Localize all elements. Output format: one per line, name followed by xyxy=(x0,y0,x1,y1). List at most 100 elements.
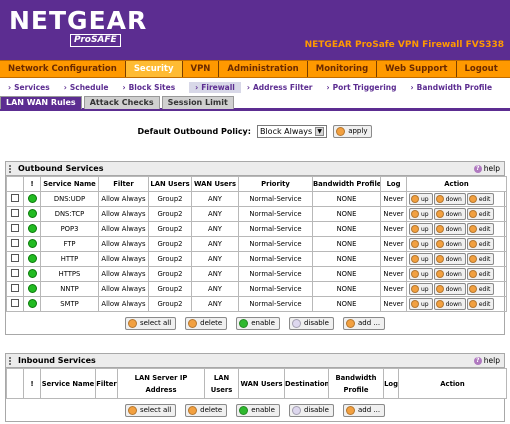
move-up-button[interactable]: up xyxy=(409,283,433,295)
priority-cell: Normal-Service xyxy=(238,296,313,312)
nav-vpn[interactable]: VPN xyxy=(183,61,220,77)
row-checkbox[interactable] xyxy=(11,299,19,307)
subnav-firewall[interactable]: Firewall xyxy=(189,82,241,93)
move-down-button[interactable]: down xyxy=(433,223,466,235)
edit-button[interactable]: edit xyxy=(466,283,495,295)
move-up-button[interactable]: up xyxy=(409,253,433,265)
row-checkbox[interactable] xyxy=(11,254,19,262)
tab-lan-wan-rules[interactable]: LAN WAN Rules xyxy=(0,96,82,109)
move-down-button[interactable]: down xyxy=(433,208,466,220)
row-status-cell xyxy=(23,191,41,207)
add-button[interactable]: add ... xyxy=(342,403,386,417)
col-log: Log xyxy=(380,176,407,192)
edit-button[interactable]: edit xyxy=(466,208,495,220)
up-label: up xyxy=(421,240,429,248)
move-down-button[interactable]: down xyxy=(433,298,466,310)
col-filter: Filter xyxy=(95,368,118,399)
move-up-button[interactable]: up xyxy=(409,298,433,310)
delete-button[interactable]: delete xyxy=(185,403,228,417)
row-checkbox[interactable] xyxy=(11,209,19,217)
filter-cell: Allow Always xyxy=(98,296,149,312)
lan-users-cell: Group2 xyxy=(148,251,192,267)
nav-logout[interactable]: Logout xyxy=(457,61,506,77)
subnav-block-sites[interactable]: Block Sites xyxy=(122,83,183,92)
policy-select[interactable]: Block Always ▼ xyxy=(256,124,328,138)
outbound-policy-row: Default Outbound Policy: Block Always ▼ … xyxy=(0,123,510,139)
enable-button[interactable]: enable xyxy=(236,403,280,417)
filter-cell: Allow Always xyxy=(98,251,149,267)
disable-button[interactable]: disable xyxy=(288,316,334,330)
service-name-cell: NNTP xyxy=(40,281,99,297)
edit-button[interactable]: edit xyxy=(466,253,495,265)
apply-button[interactable]: apply xyxy=(333,124,373,138)
subnav-services[interactable]: Services xyxy=(8,83,58,92)
row-checkbox[interactable] xyxy=(11,269,19,277)
disable-button[interactable]: disable xyxy=(288,403,334,417)
service-name-cell: POP3 xyxy=(40,221,99,237)
priority-cell: Normal-Service xyxy=(238,251,313,267)
move-down-button[interactable]: down xyxy=(433,268,466,280)
col-status: ! xyxy=(23,176,41,192)
wan-users-cell: ANY xyxy=(191,206,239,222)
row-select-cell xyxy=(6,296,24,312)
col-wan-users: WAN Users xyxy=(191,176,239,192)
subnav-port-triggering[interactable]: Port Triggering xyxy=(327,83,405,92)
move-up-button[interactable]: up xyxy=(409,238,433,250)
subnav-schedule[interactable]: Schedule xyxy=(64,83,117,92)
status-enabled-icon xyxy=(27,268,37,278)
down-label: down xyxy=(445,240,462,248)
edit-button[interactable]: edit xyxy=(466,298,495,310)
move-up-button[interactable]: up xyxy=(409,193,433,205)
enable-button[interactable]: enable xyxy=(236,316,280,330)
nav-administration[interactable]: Administration xyxy=(219,61,308,77)
select-all-button[interactable]: select all xyxy=(124,316,177,330)
nav-monitoring[interactable]: Monitoring xyxy=(308,61,378,77)
delete-button[interactable]: delete xyxy=(185,316,228,330)
move-up-button[interactable]: up xyxy=(409,223,433,235)
delete-label: delete xyxy=(200,319,223,327)
row-checkbox[interactable] xyxy=(11,224,19,232)
move-down-button[interactable]: down xyxy=(433,238,466,250)
outbound-services-table: ! Service Name Filter LAN Users WAN User… xyxy=(6,176,507,312)
down-label: down xyxy=(445,300,462,308)
action-cell: up down edit xyxy=(406,206,507,222)
row-checkbox[interactable] xyxy=(11,284,19,292)
nav-web-support[interactable]: Web Support xyxy=(377,61,457,77)
service-name-cell: HTTP xyxy=(40,251,99,267)
edit-label: edit xyxy=(478,285,491,293)
nav-network-configuration[interactable]: Network Configuration xyxy=(0,61,126,77)
row-checkbox[interactable] xyxy=(11,239,19,247)
bandwidth-profile-cell: NONE xyxy=(312,236,381,252)
col-lan-users: LAN Users xyxy=(148,176,192,192)
nav-security[interactable]: Security xyxy=(125,61,183,77)
up-arrow-icon xyxy=(411,270,419,278)
move-down-button[interactable]: down xyxy=(433,253,466,265)
edit-button[interactable]: edit xyxy=(466,223,495,235)
col-lan-server-ip: LAN Server IP Address xyxy=(117,368,205,399)
tab-session-limit[interactable]: Session Limit xyxy=(161,96,234,109)
edit-button[interactable]: edit xyxy=(466,193,495,205)
help-label: help xyxy=(483,164,500,173)
move-down-button[interactable]: down xyxy=(433,283,466,295)
add-label: add ... xyxy=(357,406,381,414)
tab-attack-checks[interactable]: Attack Checks xyxy=(83,96,160,109)
row-checkbox[interactable] xyxy=(11,194,19,202)
edit-button[interactable]: edit xyxy=(466,268,495,280)
add-button[interactable]: add ... xyxy=(342,316,386,330)
priority-cell: Normal-Service xyxy=(238,236,313,252)
help-label: help xyxy=(483,356,500,365)
move-up-button[interactable]: up xyxy=(409,208,433,220)
edit-label: edit xyxy=(478,270,491,278)
move-up-button[interactable]: up xyxy=(409,268,433,280)
col-bandwidth-profile: Bandwidth Profile xyxy=(312,176,381,192)
edit-button[interactable]: edit xyxy=(466,238,495,250)
select-all-button[interactable]: select all xyxy=(124,403,177,417)
col-service-name: Service Name xyxy=(40,176,99,192)
subnav-address-filter[interactable]: Address Filter xyxy=(247,83,321,92)
outbound-help-link[interactable]: ? help xyxy=(473,164,500,173)
subnav-bandwidth-profile[interactable]: Bandwidth Profile xyxy=(411,83,501,92)
row-select-cell xyxy=(6,266,24,282)
move-down-button[interactable]: down xyxy=(433,193,466,205)
filter-cell: Allow Always xyxy=(98,236,149,252)
inbound-help-link[interactable]: ? help xyxy=(473,356,500,365)
